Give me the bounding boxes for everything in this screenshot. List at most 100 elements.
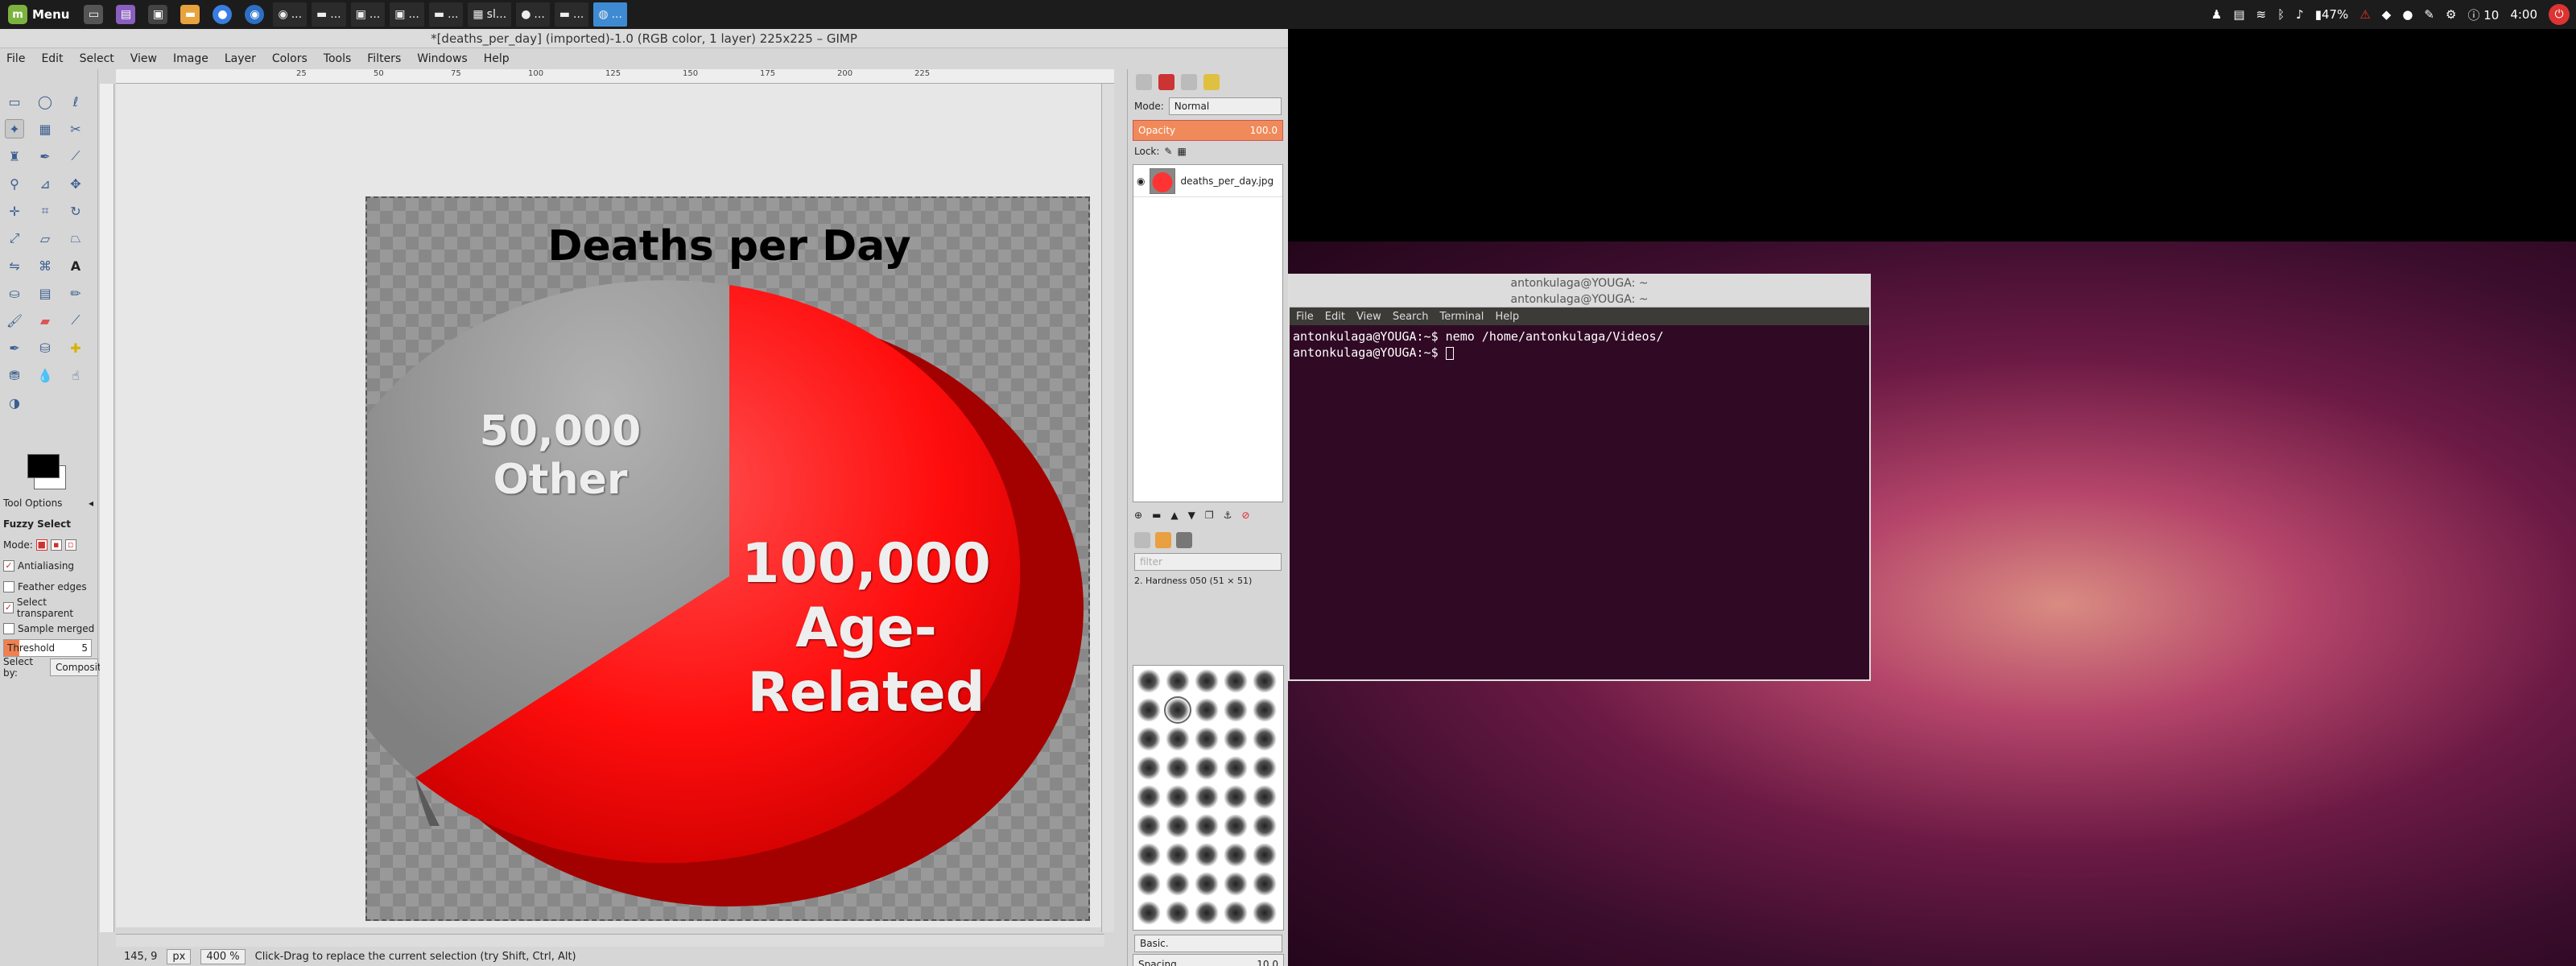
vertical-scrollbar[interactable] xyxy=(1101,84,1114,932)
crop-icon[interactable]: ⌗ xyxy=(35,201,55,221)
brush-preset[interactable] xyxy=(1166,785,1190,809)
canvas-background[interactable]: Deaths per Day 50,000 Other 100,000 Age-… xyxy=(116,84,1101,927)
tool-options-tab[interactable]: Tool Options xyxy=(3,497,62,509)
paintbrush-icon[interactable]: 🖌 xyxy=(5,311,24,330)
sample-merged-checkbox[interactable] xyxy=(3,623,14,634)
foreground-select-icon[interactable]: ♜ xyxy=(5,147,24,166)
brush-preset[interactable] xyxy=(1224,872,1248,896)
brush-preset[interactable] xyxy=(1166,901,1190,925)
scissors-icon[interactable]: ✂ xyxy=(66,119,85,138)
taskbar-item[interactable]: ▣... xyxy=(350,2,386,27)
paths-icon[interactable]: ✒ xyxy=(35,147,55,166)
blur-icon[interactable]: 💧 xyxy=(35,365,55,385)
brush-preset[interactable] xyxy=(1137,785,1161,809)
heal-icon[interactable]: ✚ xyxy=(66,338,85,357)
clock[interactable]: 4:00 xyxy=(2510,7,2537,22)
opacity-slider[interactable]: Opacity 100.0 xyxy=(1133,120,1283,141)
brush-preset[interactable] xyxy=(1195,669,1219,693)
brush-preset[interactable] xyxy=(1195,698,1219,722)
menu-filters[interactable]: Filters xyxy=(367,52,401,65)
keyboard-layout-flag-icon[interactable]: ▤ xyxy=(2233,7,2244,22)
antialiasing-row[interactable]: ✓ Antialiasing xyxy=(0,555,98,576)
brush-preset[interactable] xyxy=(1137,901,1161,925)
warning-icon[interactable]: ⚠ xyxy=(2359,7,2370,22)
wifi-icon[interactable]: ≋ xyxy=(2256,7,2267,22)
brush-preset[interactable] xyxy=(1137,872,1161,896)
battery-indicator[interactable]: ▮47% xyxy=(2315,7,2349,22)
unit-dropdown[interactable]: px xyxy=(167,948,192,964)
brush-preset[interactable] xyxy=(1253,872,1277,896)
smudge-icon[interactable]: ☝ xyxy=(66,365,85,385)
clone-icon[interactable]: ⛁ xyxy=(35,338,55,357)
perspective-clone-icon[interactable]: ⛃ xyxy=(5,365,24,385)
brush-preset-dropdown[interactable]: Basic. xyxy=(1134,935,1282,952)
antialiasing-checkbox[interactable]: ✓ xyxy=(3,560,14,572)
dropbox-icon[interactable]: ◆ xyxy=(2382,7,2392,22)
terminal-menu-file[interactable]: File xyxy=(1296,311,1314,323)
brush-preset[interactable] xyxy=(1224,843,1248,867)
raise-layer-icon[interactable]: ▲ xyxy=(1170,510,1178,521)
channels-tab-icon[interactable] xyxy=(1158,74,1174,90)
horizontal-scrollbar[interactable] xyxy=(116,934,1104,947)
select-by-color-icon[interactable]: ▦ xyxy=(35,119,55,138)
chrome-launcher-icon[interactable]: ● xyxy=(213,5,233,24)
fuzzy-select-icon[interactable]: ✦ xyxy=(5,119,24,138)
paths-tab-icon[interactable] xyxy=(1181,74,1197,90)
ellipse-select-icon[interactable]: ◯ xyxy=(35,92,55,111)
sample-merged-row[interactable]: Sample merged xyxy=(0,618,98,639)
shear-icon[interactable]: ▱ xyxy=(35,229,55,248)
brush-preset[interactable] xyxy=(1253,727,1277,751)
new-group-icon[interactable]: ▬ xyxy=(1152,510,1161,521)
undo-tab-icon[interactable] xyxy=(1203,74,1220,90)
brush-preset[interactable] xyxy=(1137,843,1161,867)
steam-launcher-icon[interactable]: ◉ xyxy=(245,5,265,24)
rotate-icon[interactable]: ↻ xyxy=(66,201,85,221)
spacing-slider[interactable]: Spacing 10.0 xyxy=(1133,954,1284,966)
taskbar-item[interactable]: ▦ sl... xyxy=(468,2,512,27)
terminal-title[interactable]: antonkulaga@YOUGA: ~ xyxy=(1290,291,1869,308)
brush-preset[interactable] xyxy=(1166,872,1190,896)
vertical-ruler[interactable] xyxy=(100,84,114,932)
layers-tab-icon[interactable] xyxy=(1136,74,1152,90)
terminal-launcher-icon[interactable]: ▣ xyxy=(148,5,168,24)
menu-edit[interactable]: Edit xyxy=(41,52,63,65)
terminal-body[interactable]: antonkulaga@YOUGA:~$ nemo /home/antonkul… xyxy=(1290,325,1869,679)
zoom-dropdown[interactable]: 400 % xyxy=(200,948,246,964)
menu-tools[interactable]: Tools xyxy=(324,52,352,65)
terminal-menu-edit[interactable]: Edit xyxy=(1325,311,1345,323)
brush-preset[interactable] xyxy=(1137,756,1161,780)
feather-edges-row[interactable]: Feather edges xyxy=(0,576,98,597)
taskbar-item[interactable]: ▬... xyxy=(428,2,464,27)
gradients-tab-icon[interactable] xyxy=(1176,532,1192,548)
brush-preset[interactable] xyxy=(1224,901,1248,925)
text-icon[interactable]: A xyxy=(66,256,85,275)
menu-help[interactable]: Help xyxy=(484,52,510,65)
brush-preset[interactable] xyxy=(1137,698,1161,722)
notifications-indicator[interactable]: ⓘ 10 xyxy=(2467,6,2499,23)
layer-mode-dropdown[interactable]: Normal xyxy=(1168,97,1282,115)
zoom-icon[interactable]: ⚲ xyxy=(5,174,24,193)
brush-preset[interactable] xyxy=(1166,669,1190,693)
menu-view[interactable]: View xyxy=(130,52,157,65)
align-icon[interactable]: ✛ xyxy=(5,201,24,221)
mode-replace-icon[interactable]: ■ xyxy=(35,539,47,551)
ink-icon[interactable]: ✒ xyxy=(5,338,24,357)
terminal-menu-search[interactable]: Search xyxy=(1393,311,1429,323)
brush-preset[interactable] xyxy=(1195,785,1219,809)
brush-preset[interactable] xyxy=(1195,872,1219,896)
brush-preset[interactable] xyxy=(1137,669,1161,693)
taskbar-item[interactable]: ◉... xyxy=(273,2,308,27)
select-transparent-checkbox[interactable]: ✓ xyxy=(3,602,14,613)
threshold-slider[interactable]: Threshold 5 xyxy=(3,639,92,657)
bucket-fill-icon[interactable]: ⛀ xyxy=(5,283,24,303)
user-icon[interactable]: ♟ xyxy=(2211,7,2222,22)
pencil-icon[interactable]: ✏ xyxy=(66,283,85,303)
brush-preset[interactable] xyxy=(1253,698,1277,722)
mode-subtract-icon[interactable]: ▫ xyxy=(64,539,76,551)
anchor-layer-icon[interactable]: ⚓ xyxy=(1224,510,1232,521)
brush-preset[interactable] xyxy=(1166,727,1190,751)
brush-preset[interactable] xyxy=(1195,814,1219,838)
feather-edges-checkbox[interactable] xyxy=(3,581,14,592)
color-picker-icon[interactable]: ⟋ xyxy=(66,147,85,166)
layer-name[interactable]: deaths_per_day.jpg xyxy=(1180,175,1274,187)
